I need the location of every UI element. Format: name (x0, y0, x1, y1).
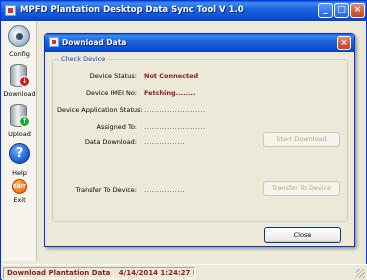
maximize-button[interactable]: □ (334, 3, 349, 18)
sidebar-item-label: Upload (8, 130, 31, 138)
device-imei-label: Device IMEI No: (86, 89, 137, 97)
dialog-title: Download Data (62, 38, 127, 47)
status-text: Download Plantation Data (7, 269, 111, 277)
resize-grip[interactable] (356, 269, 365, 278)
sidebar-item-label: Download (3, 90, 36, 98)
transfer-to-device-button[interactable]: Transfer To Device (263, 181, 340, 196)
assigned-to-label: Assigned To: (96, 123, 138, 131)
check-device-group: Check Device Device Status: Not Connecte… (52, 55, 348, 222)
close-button[interactable]: Close (264, 227, 341, 243)
device-app-status-label: Device Application Status: (57, 106, 143, 114)
main-titlebar[interactable]: MPFD Plantation Desktop Data Sync Tool V… (1, 1, 366, 21)
close-window-button[interactable]: × (350, 3, 365, 18)
device-imei-value: Fetching........ (144, 89, 196, 97)
assigned-to-value: ........................ (144, 123, 206, 131)
download-data-dialog: Download Data × Check Device Device Stat… (44, 33, 355, 247)
minimize-button[interactable]: _ (318, 3, 333, 18)
download-arrow-icon: ↓ (19, 76, 30, 87)
device-status-label: Device Status: (89, 72, 137, 80)
dialog-titlebar[interactable]: Download Data × (45, 34, 354, 52)
transfer-to-device-label: Transfer To Device: (75, 186, 137, 194)
status-bar: Download Plantation Data 4/14/2014 1:24:… (2, 264, 367, 280)
device-status-value: Not Connected (144, 72, 199, 80)
window-title: MPFD Plantation Desktop Data Sync Tool V… (20, 5, 244, 15)
exit-icon: EXIT (12, 179, 27, 194)
sidebar-item-label: Exit (13, 196, 26, 204)
start-download-button[interactable]: Start Download (263, 132, 340, 147)
sidebar-item-upload[interactable]: ↑ Upload (2, 103, 37, 141)
transfer-to-device-value: ................ (144, 186, 186, 194)
device-app-status-value: ........................ (144, 106, 206, 114)
upload-arrow-icon: ↑ (19, 116, 30, 127)
app-icon (5, 5, 16, 16)
data-download-value: ................ (144, 138, 186, 146)
dialog-icon (49, 37, 59, 47)
data-download-label: Data Download: (84, 138, 137, 146)
sidebar-item-download[interactable]: ↓ Download (2, 63, 37, 101)
status-timestamp: 4/14/2014 1:24:27 PM (118, 269, 194, 277)
sidebar: Config ↓ Download ↑ Upload ? Help EXIT E… (2, 21, 37, 261)
status-panel: Download Plantation Data 4/14/2014 1:24:… (3, 267, 195, 279)
help-icon: ? (9, 143, 30, 164)
sidebar-item-label: Config (9, 50, 30, 58)
sidebar-item-exit[interactable]: EXIT Exit (2, 175, 37, 213)
gear-icon (8, 25, 30, 47)
group-label: Check Device (59, 55, 108, 63)
dialog-close-button[interactable]: × (337, 36, 351, 50)
sidebar-item-config[interactable]: Config (2, 23, 37, 61)
